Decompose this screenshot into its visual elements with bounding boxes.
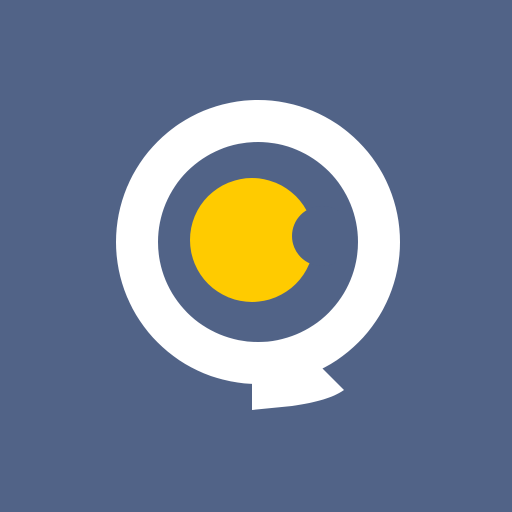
app-icon[interactable] [0, 0, 512, 512]
moon-bite [292, 206, 352, 266]
